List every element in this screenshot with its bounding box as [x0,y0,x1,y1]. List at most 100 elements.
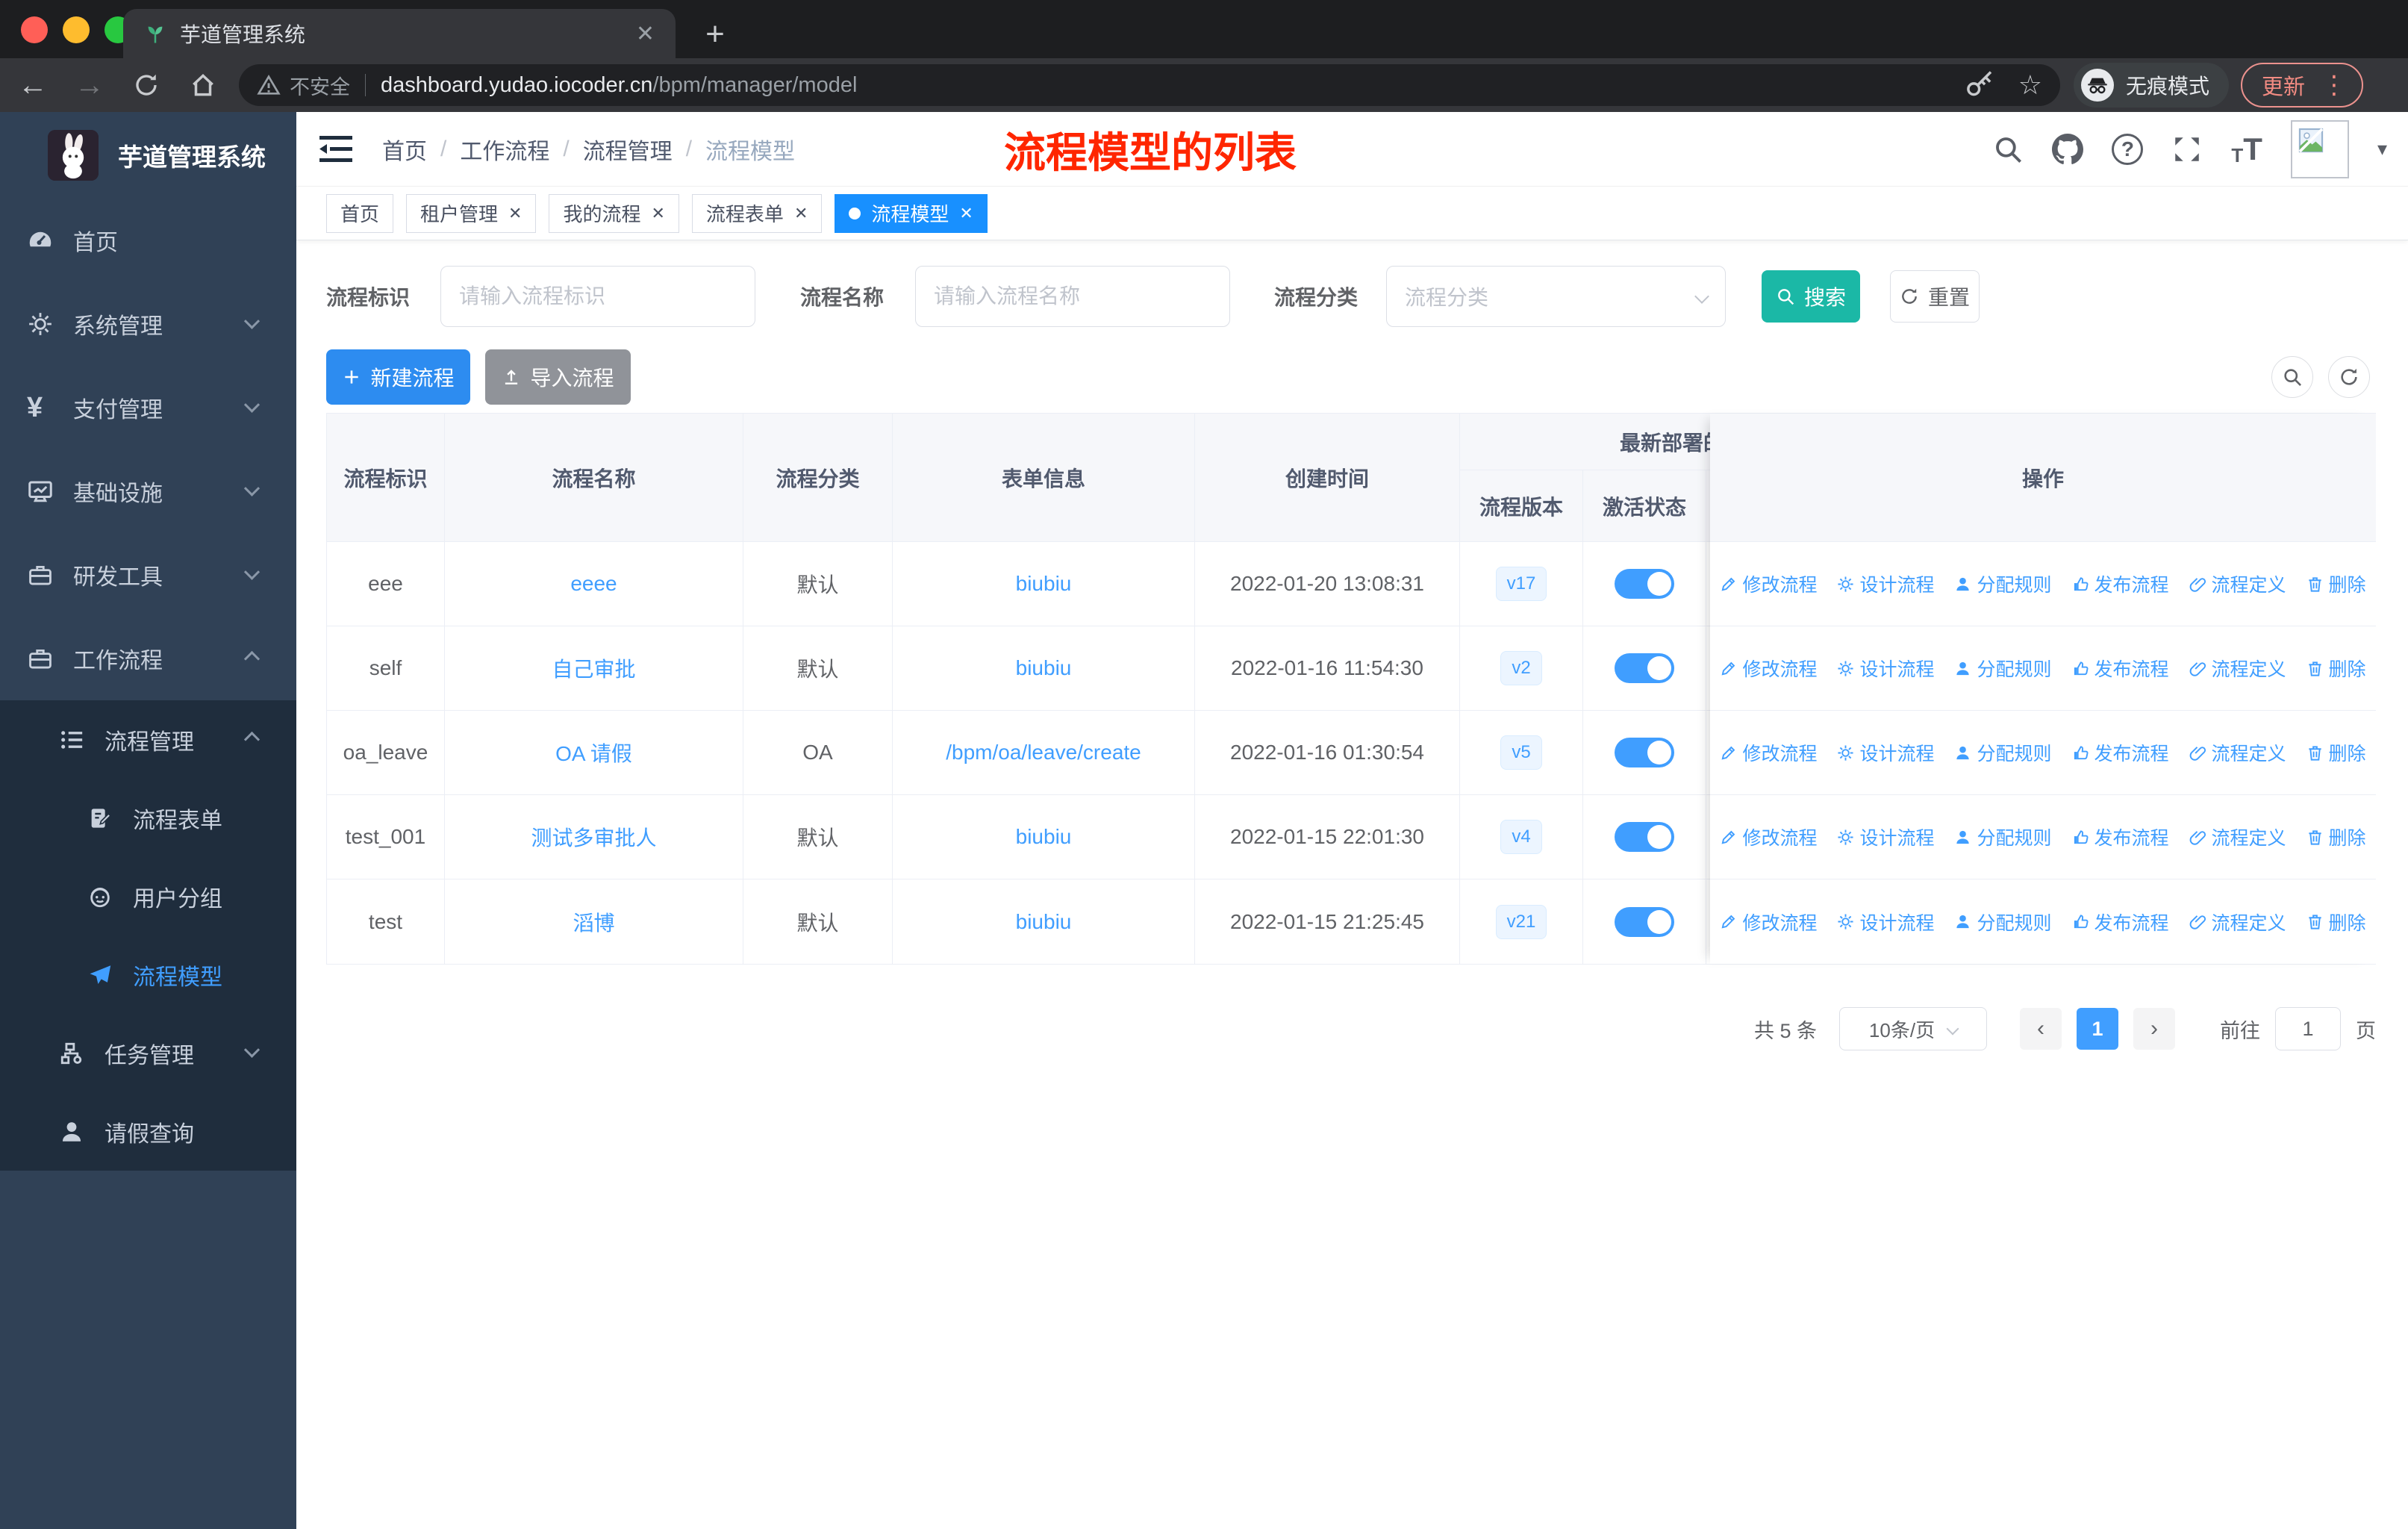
form-info-link[interactable]: /bpm/oa/leave/create [946,741,1141,764]
process-category-select[interactable]: 流程分类 [1386,266,1727,327]
action-process-definition[interactable]: 流程定义 [2189,823,2286,850]
close-icon[interactable]: ✕ [508,204,522,223]
bookmark-star-icon[interactable]: ☆ [2018,69,2042,101]
reset-button[interactable]: 重置 [1890,270,1980,323]
process-key-input[interactable] [440,266,756,327]
avatar-caret-icon[interactable]: ▾ [2377,137,2387,161]
breadcrumb-workflow[interactable]: 工作流程 [460,133,549,166]
page-1-button[interactable]: 1 [2077,1008,2118,1050]
tag-home[interactable]: 首页 [326,193,394,233]
avatar[interactable] [2290,119,2349,178]
action-assign-rule[interactable]: 分配规则 [1954,739,2052,766]
action-delete[interactable]: 删除 [2306,739,2366,766]
search-button[interactable]: 搜索 [1762,270,1861,323]
action-modify-process[interactable]: 修改流程 [1720,570,1817,597]
action-delete[interactable]: 删除 [2306,823,2366,850]
form-info-link[interactable]: biubiu [1016,825,1072,849]
sidebar-item-devtools[interactable]: 研发工具 [0,533,296,617]
model-name-link[interactable]: 自己审批 [552,653,635,683]
action-assign-rule[interactable]: 分配规则 [1954,909,2052,935]
model-name-link[interactable]: 测试多审批人 [531,822,656,852]
active-toggle[interactable] [1615,569,1674,599]
create-process-button[interactable]: 新建流程 [326,349,470,405]
help-icon[interactable]: ? [2112,133,2144,165]
action-process-definition[interactable]: 流程定义 [2189,655,2286,682]
action-delete[interactable]: 删除 [2306,909,2366,935]
close-icon[interactable]: ✕ [959,204,973,223]
tag-my-process[interactable]: 我的流程 ✕ [549,193,679,233]
action-process-definition[interactable]: 流程定义 [2189,739,2286,766]
tab-close-icon[interactable]: ✕ [636,21,655,47]
sidebar-collapse-icon[interactable] [319,134,355,164]
reload-button[interactable] [122,64,170,106]
browser-tab[interactable]: 芋道管理系统 ✕ [123,9,676,58]
search-icon[interactable] [1992,134,2024,165]
refresh-table-button[interactable] [2328,356,2370,398]
home-button[interactable] [179,64,227,106]
show-search-button[interactable] [2271,356,2313,398]
action-modify-process[interactable]: 修改流程 [1720,739,1817,766]
next-page-button[interactable]: › [2133,1008,2175,1050]
sidebar-item-system[interactable]: 系统管理 [0,282,296,366]
sidebar-item-leave-query[interactable]: 请假查询 [0,1092,296,1171]
close-icon[interactable]: ✕ [651,204,664,223]
font-size-icon[interactable]: TT [2231,131,2262,167]
sidebar-item-payment[interactable]: ¥ 支付管理 [0,366,296,449]
action-delete[interactable]: 删除 [2306,655,2366,682]
action-assign-rule[interactable]: 分配规则 [1954,655,2052,682]
browser-menu-icon[interactable]: ⋮ [2321,70,2347,100]
sidebar-item-home[interactable]: 首页 [0,199,296,282]
action-design-process[interactable]: 设计流程 [1837,655,1934,682]
action-publish-process[interactable]: 发布流程 [2072,739,2169,766]
action-design-process[interactable]: 设计流程 [1837,739,1934,766]
sidebar-item-process-mgmt[interactable]: 流程管理 [0,700,296,779]
security-indicator[interactable]: 不安全 [257,71,350,100]
close-icon[interactable]: ✕ [794,204,808,223]
prev-page-button[interactable]: ‹ [2020,1008,2062,1050]
tag-process-form[interactable]: 流程表单 ✕ [691,193,823,233]
action-process-definition[interactable]: 流程定义 [2189,909,2286,935]
sidebar-item-process-form[interactable]: 流程表单 [0,779,296,857]
close-window-button[interactable] [21,16,48,43]
action-assign-rule[interactable]: 分配规则 [1954,570,2052,597]
sidebar-item-user-group[interactable]: 用户分组 [0,857,296,935]
action-modify-process[interactable]: 修改流程 [1720,909,1817,935]
sidebar-item-process-model[interactable]: 流程模型 [0,935,296,1014]
active-toggle[interactable] [1615,822,1674,852]
browser-update-button[interactable]: 更新 ⋮ [2241,63,2364,108]
key-icon[interactable] [1965,69,1996,101]
address-bar[interactable]: 不安全 dashboard.yudao.iocoder.cn/bpm/manag… [239,64,2060,106]
goto-page-input[interactable] [2275,1007,2341,1050]
active-toggle[interactable] [1615,653,1674,683]
action-design-process[interactable]: 设计流程 [1837,823,1934,850]
form-info-link[interactable]: biubiu [1016,572,1072,596]
form-info-link[interactable]: biubiu [1016,656,1072,680]
import-process-button[interactable]: 导入流程 [485,349,631,405]
github-icon[interactable] [2052,134,2083,165]
action-design-process[interactable]: 设计流程 [1837,570,1934,597]
active-toggle[interactable] [1615,906,1674,937]
minimize-window-button[interactable] [63,16,90,43]
sidebar-item-task-mgmt[interactable]: 任务管理 [0,1014,296,1092]
tag-process-model[interactable]: 流程模型 ✕ [835,193,988,233]
model-name-link[interactable]: OA 请假 [555,738,632,767]
back-button[interactable]: ← [9,64,57,106]
sidebar-item-infra[interactable]: 基础设施 [0,449,296,533]
breadcrumb-home[interactable]: 首页 [382,133,427,166]
active-toggle[interactable] [1615,738,1674,767]
action-delete[interactable]: 删除 [2306,570,2366,597]
action-assign-rule[interactable]: 分配规则 [1954,823,2052,850]
page-size-select[interactable]: 10条/页 [1839,1007,1987,1050]
action-modify-process[interactable]: 修改流程 [1720,823,1817,850]
form-info-link[interactable]: biubiu [1016,910,1072,934]
action-publish-process[interactable]: 发布流程 [2072,909,2169,935]
action-publish-process[interactable]: 发布流程 [2072,823,2169,850]
fullscreen-icon[interactable] [2171,134,2203,165]
breadcrumb-process-mgmt[interactable]: 流程管理 [583,133,673,166]
action-modify-process[interactable]: 修改流程 [1720,655,1817,682]
forward-button[interactable]: → [66,64,113,106]
process-name-input[interactable] [915,266,1231,327]
action-process-definition[interactable]: 流程定义 [2189,570,2286,597]
tag-tenant[interactable]: 租户管理 ✕ [406,193,537,233]
action-publish-process[interactable]: 发布流程 [2072,655,2169,682]
